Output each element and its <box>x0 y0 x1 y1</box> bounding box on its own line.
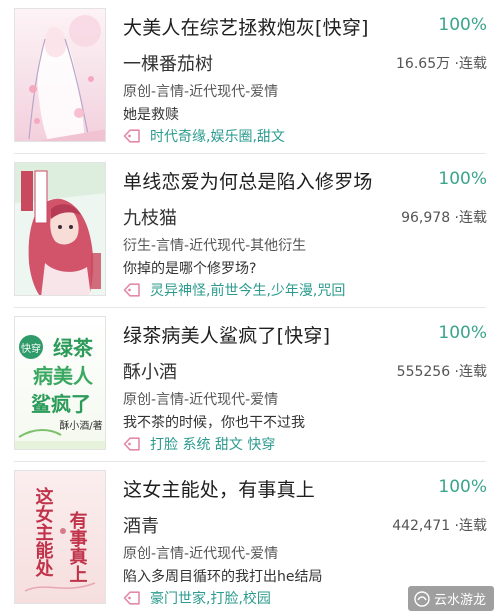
book-title[interactable]: 大美人在综艺拯救炮灰[快穿] <box>123 13 369 40</box>
book-author[interactable]: 九枝猫 <box>123 204 177 230</box>
book-tags-text[interactable]: 豪门世家,打脸,校园 <box>150 588 271 608</box>
book-list-item[interactable]: 快穿 绿茶 病美人 鲨疯了 酥小酒/著 绿茶病美人鲨疯了[快穿] 100% 酥小… <box>0 308 500 462</box>
tag-icon <box>123 283 140 297</box>
book-title[interactable]: 绿茶病美人鲨疯了[快穿] <box>123 321 330 348</box>
cover-calligraphy-right: 有事真上 <box>67 510 88 583</box>
green-text-cover-art: 快穿 绿茶 病美人 鲨疯了 酥小酒/著 <box>15 335 105 449</box>
progress-percent: 100% <box>438 169 487 189</box>
book-summary: 她是救赎 <box>123 107 179 123</box>
tag-icon <box>123 437 140 451</box>
watermark-logo-icon <box>414 590 430 607</box>
book-summary: 陷入多周目循环的我打出he结局 <box>123 569 323 585</box>
cover-author-sig: 酥小酒/著 <box>59 419 102 432</box>
book-stats: 96,978 ·连载 <box>401 210 487 226</box>
book-stats: 555256 ·连载 <box>396 364 487 380</box>
book-summary: 你掉的是哪个修罗场? <box>123 261 257 277</box>
progress-percent: 100% <box>438 323 487 343</box>
book-tags: 时代奇缘,娱乐圈,甜文 <box>123 126 285 146</box>
cover-line: 病美人 <box>33 364 94 388</box>
cover-badge: 快穿 <box>21 342 41 355</box>
book-title[interactable]: 单线恋爱为何总是陷入修罗场 <box>123 167 373 194</box>
book-list-item[interactable]: 大美人在综艺拯救炮灰[快穿] 100% 一棵番茄树 16.65万 ·连载 原创-… <box>0 0 500 154</box>
book-tags: 打脸 系统 甜文 快穿 <box>123 434 275 454</box>
watermark: 云水游龙 <box>407 586 494 611</box>
tag-icon <box>123 591 140 605</box>
book-cover[interactable]: 快穿 绿茶 病美人 鲨疯了 酥小酒/著 <box>14 316 106 450</box>
book-tags-text[interactable]: 灵异神怪,前世今生,少年漫,咒回 <box>150 280 345 300</box>
book-category: 原创-言情-近代现代-爱情 <box>123 84 279 100</box>
tag-icon <box>123 129 140 143</box>
book-cover[interactable] <box>14 8 106 142</box>
book-list-item[interactable]: 单线恋爱为何总是陷入修罗场 100% 九枝猫 96,978 ·连载 衍生-言情-… <box>0 154 500 308</box>
cover-calligraphy-left: 这女主能处 <box>33 486 55 578</box>
progress-percent: 100% <box>438 477 487 497</box>
book-stats: 16.65万 ·连载 <box>396 56 487 72</box>
cover-line: 鲨疯了 <box>31 392 91 416</box>
book-category: 原创-言情-近代现代-爱情 <box>123 392 279 408</box>
cover-line: 绿茶 <box>53 336 94 360</box>
book-cover[interactable] <box>14 162 106 296</box>
red-hair-character-cover-art <box>15 163 105 295</box>
book-author[interactable]: 酒青 <box>123 512 159 538</box>
book-tags: 豪门世家,打脸,校园 <box>123 588 271 608</box>
book-list: 大美人在综艺拯救炮灰[快穿] 100% 一棵番茄树 16.65万 ·连载 原创-… <box>0 0 500 615</box>
book-author[interactable]: 一棵番茄树 <box>123 50 213 76</box>
book-category: 原创-言情-近代现代-爱情 <box>123 546 279 562</box>
book-tags-text[interactable]: 打脸 系统 甜文 快穿 <box>150 434 275 454</box>
calligraphy-cover-art: 这女主能处 有事真上 <box>24 486 96 592</box>
pink-illustration-cover-art <box>28 15 105 141</box>
book-cover[interactable]: 这女主能处 有事真上 <box>14 470 106 604</box>
book-tags: 灵异神怪,前世今生,少年漫,咒回 <box>123 280 345 300</box>
book-title[interactable]: 这女主能处，有事真上 <box>123 475 315 502</box>
progress-percent: 100% <box>438 15 487 35</box>
book-summary: 我不茶的时候，你也干不过我 <box>123 415 305 431</box>
watermark-text: 云水游龙 <box>433 593 486 608</box>
book-stats: 442,471 ·连载 <box>392 518 487 534</box>
book-category: 衍生-言情-近代现代-其他衍生 <box>123 238 307 254</box>
book-tags-text[interactable]: 时代奇缘,娱乐圈,甜文 <box>150 126 285 146</box>
book-author[interactable]: 酥小酒 <box>123 358 177 384</box>
